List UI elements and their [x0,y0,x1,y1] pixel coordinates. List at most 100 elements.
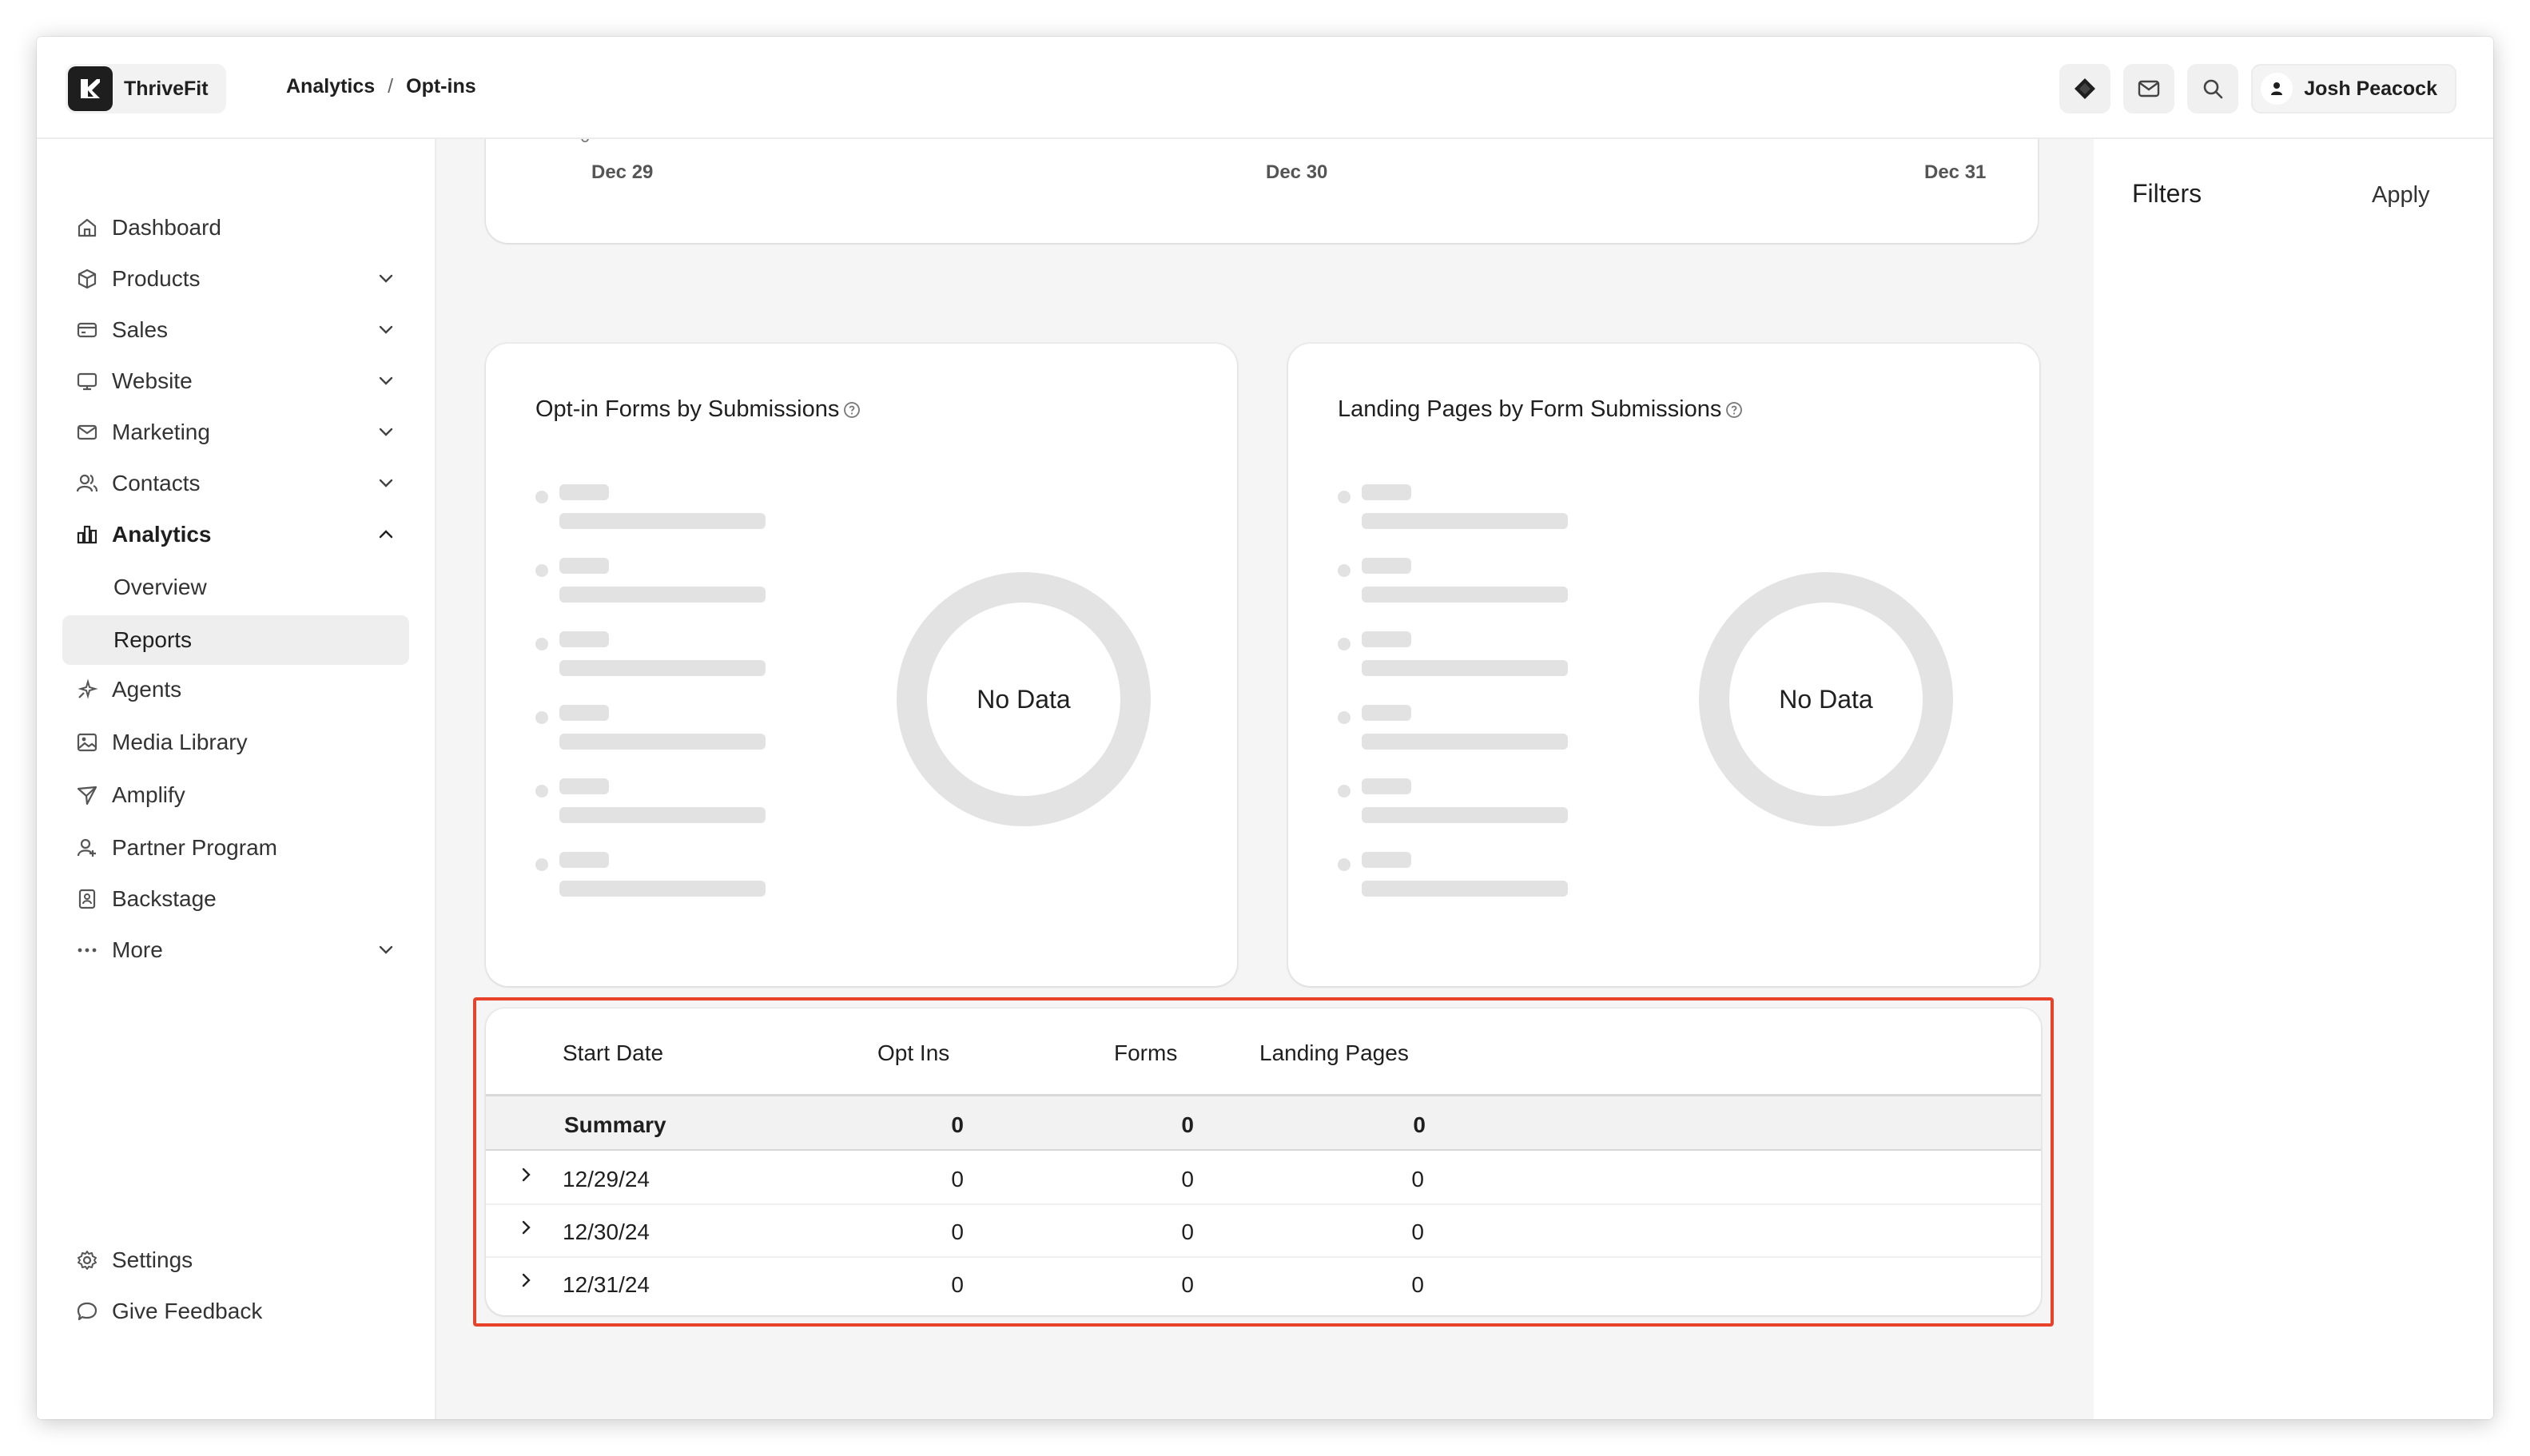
x-tick-label: Dec 30 [1266,161,1328,183]
table-row: 12/29/24 0 0 0 [486,1152,2041,1205]
sidebar-subitem-reports[interactable]: Reports [62,615,409,665]
table-row: 12/31/24 0 0 0 [486,1258,2041,1311]
sidebar-item-agents[interactable]: Agents [62,666,409,713]
diamond-button[interactable] [2059,64,2111,113]
row-opt-ins: 0 [951,1272,964,1297]
summary-label: Summary [564,1112,666,1137]
filters-title: Filters [2132,179,2202,208]
card-title-text: Opt-in Forms by Submissions [535,396,840,422]
row-date: 12/30/24 [563,1219,650,1244]
no-data-label: No Data [1779,684,1873,714]
sidebar-subitem-label: Reports [113,627,193,652]
breadcrumb-separator: / [388,75,394,97]
sidebar-item-backstage[interactable]: Backstage [62,876,409,922]
users-icon [74,470,101,497]
column-header-landing-pages[interactable]: Landing Pages [1259,1040,1409,1066]
sidebar-item-sales[interactable]: Sales [62,307,409,353]
top-bar: ThriveFit Analytics / Opt-ins Josh Peaco… [37,37,2493,139]
apply-button[interactable]: Apply [2372,182,2430,209]
gear-icon [74,1247,101,1274]
partner-icon [74,834,101,861]
sidebar-item-label: Amplify [112,782,185,807]
sidebar-item-settings[interactable]: Settings [62,1237,409,1283]
sidebar-item-contacts[interactable]: Contacts [62,460,409,507]
sidebar-item-label: Give Feedback [112,1299,263,1323]
inbox-button[interactable] [2123,64,2175,113]
chevron-down-icon [379,325,393,334]
top-actions: Josh Peacock [2059,64,2456,113]
chevron-down-icon [379,945,393,954]
summary-opt-ins: 0 [951,1112,964,1137]
column-header-opt-ins[interactable]: Opt Ins [877,1040,949,1066]
sidebar-item-more[interactable]: More [62,927,409,973]
chevron-right-icon[interactable] [515,1164,537,1186]
sidebar-item-partner-program[interactable]: Partner Program [62,825,409,871]
opt-ins-table: Start Date Opt Ins Forms Landing Pages S… [486,1008,2041,1315]
row-landing-pages: 0 [1411,1219,1424,1244]
breadcrumb-opt-ins: Opt-ins [406,75,476,97]
chevron-down-icon [379,376,393,385]
breadcrumb-analytics[interactable]: Analytics [286,75,375,98]
sidebar-subitem-overview[interactable]: Overview [62,563,409,612]
row-opt-ins: 0 [951,1219,964,1244]
sidebar-item-amplify[interactable]: Amplify [62,772,409,818]
sidebar-item-media-library[interactable]: Media Library [62,719,409,766]
no-data-label: No Data [977,684,1071,714]
chevron-down-icon [379,428,393,436]
table-header: Start Date Opt Ins Forms Landing Pages [486,1008,2041,1096]
sidebar-item-label: Website [112,368,193,393]
filters-panel: Filters Apply [2094,139,2493,1419]
sidebar-item-marketing[interactable]: Marketing [62,409,409,455]
user-icon [2271,82,2283,95]
sidebar-item-label: More [112,937,163,962]
avatar [2261,73,2293,105]
help-icon[interactable] [1724,400,1744,420]
summary-landing-pages: 0 [1413,1112,1426,1137]
chevron-up-icon [379,530,393,539]
sidebar-item-label: Contacts [112,471,201,495]
opt-ins-line-chart: 0 Dec 29 Dec 30 Dec 31 [486,139,2038,243]
sparkle-icon [74,676,101,703]
donut-chart: No Data [1699,572,1953,826]
user-name: Josh Peacock [2304,77,2437,100]
row-date: 12/31/24 [563,1272,650,1297]
summary-forms: 0 [1181,1112,1194,1137]
sidebar-item-products[interactable]: Products [62,256,409,302]
app-window: ThriveFit Analytics / Opt-ins Josh Peaco… [37,37,2493,1419]
chevron-down-icon [379,274,393,283]
user-menu-button[interactable]: Josh Peacock [2251,64,2456,113]
x-tick-label: Dec 29 [591,161,654,183]
row-forms: 0 [1181,1219,1194,1244]
sidebar-item-label: Sales [112,317,169,342]
workspace-switcher[interactable]: ThriveFit [66,64,226,113]
sidebar-item-label: Partner Program [112,835,277,860]
monitor-icon [74,368,101,395]
sidebar-item-analytics[interactable]: Analytics [62,511,409,558]
mail-icon [2138,80,2160,97]
row-forms: 0 [1181,1167,1194,1191]
dots-icon [74,937,101,964]
send-icon [74,782,101,809]
chevron-right-icon[interactable] [515,1269,537,1291]
y-axis-zero-label: 0 [580,139,590,147]
brand-name: ThriveFit [124,77,209,100]
row-landing-pages: 0 [1411,1272,1424,1297]
search-button[interactable] [2187,64,2239,113]
sidebar-item-website[interactable]: Website [62,358,409,404]
column-header-forms[interactable]: Forms [1114,1040,1177,1066]
main-content: 0 Dec 29 Dec 30 Dec 31 Opt-in Forms by S… [436,139,2094,1419]
help-icon[interactable] [842,400,861,420]
chevron-down-icon [379,479,393,487]
sidebar-item-label: Dashboard [112,215,221,240]
card-title: Opt-in Forms by Submissions [535,396,861,423]
chevron-right-icon[interactable] [515,1216,537,1239]
sidebar-item-label: Settings [112,1247,193,1272]
sidebar-item-give-feedback[interactable]: Give Feedback [62,1288,409,1335]
bar-chart-icon [74,521,101,548]
column-header-start-date[interactable]: Start Date [563,1040,663,1066]
x-tick-label: Dec 31 [1924,161,1987,183]
row-forms: 0 [1181,1272,1194,1297]
sidebar-subitem-label: Overview [113,575,207,599]
row-date: 12/29/24 [563,1167,650,1191]
sidebar-item-dashboard[interactable]: Dashboard [62,205,409,251]
